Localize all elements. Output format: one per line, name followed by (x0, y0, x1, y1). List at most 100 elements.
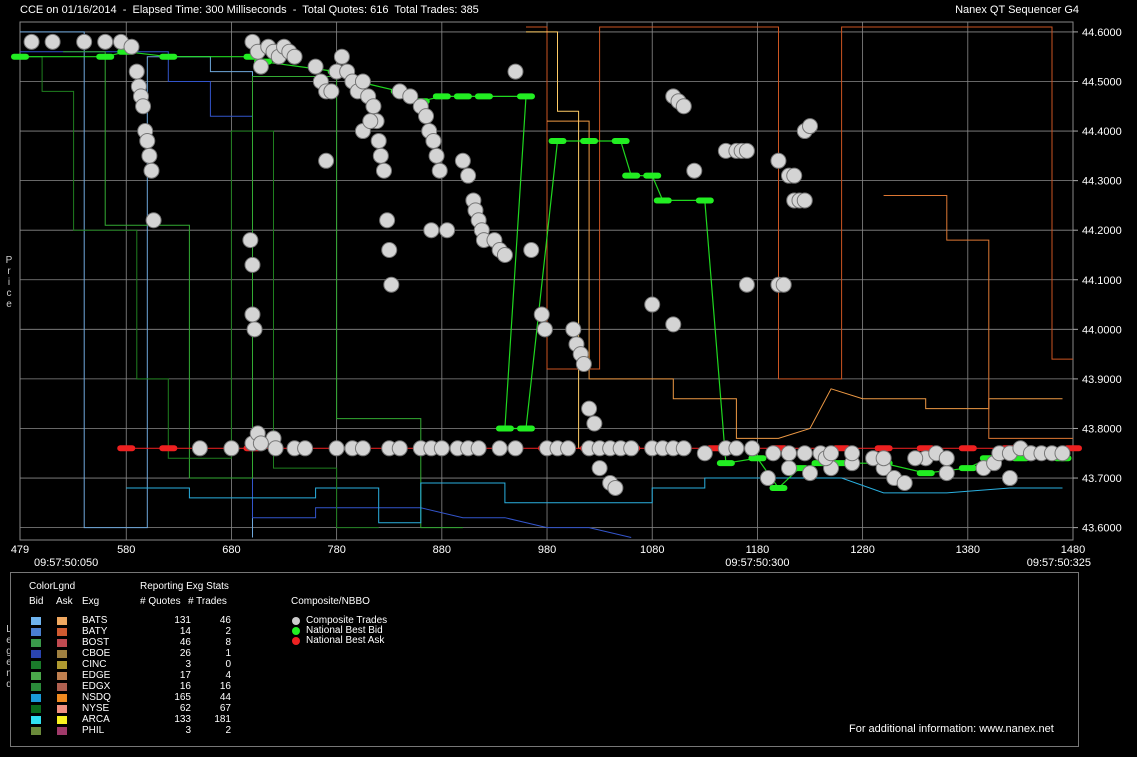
trade-point (135, 98, 152, 115)
trade-point (696, 445, 713, 462)
y-tick-label: 43.8000 (1082, 423, 1122, 435)
bid-swatch (31, 705, 41, 713)
trade-point (286, 48, 303, 65)
best-bid-mark (580, 137, 599, 144)
best-bid-mark (11, 53, 29, 60)
exchange-name: ARCA (82, 714, 110, 725)
trade-point (675, 440, 692, 457)
exchange-trades: 4 (225, 670, 231, 681)
col-trades: # Trades (188, 596, 227, 607)
trade-point (565, 321, 582, 338)
trade-point (425, 132, 442, 149)
bid-swatch (31, 639, 41, 647)
trade-point (770, 152, 787, 169)
trade-point (365, 98, 382, 115)
x-tick-label: 1080 (640, 544, 664, 556)
bid-swatch (31, 650, 41, 658)
trade-point (44, 33, 61, 50)
best-bid-mark (622, 172, 641, 179)
trade-point (223, 440, 240, 457)
trade-point (354, 440, 371, 457)
trade-point (76, 33, 93, 50)
trade-point (428, 147, 445, 164)
composite-marker (292, 637, 300, 645)
trade-point (560, 440, 577, 457)
ask-swatch (57, 639, 67, 647)
y-tick-label: 43.6000 (1082, 523, 1122, 535)
exchange-trades: 2 (225, 626, 231, 637)
trade-point (896, 474, 913, 491)
trade-point (586, 415, 603, 432)
x-tick-label: 479 (11, 544, 29, 556)
best-bid-mark (159, 53, 178, 60)
exchange-quotes: 17 (179, 670, 191, 681)
trade-point (780, 445, 797, 462)
trade-point (744, 440, 761, 457)
trade-point (252, 435, 269, 452)
x-time-label: 09:57:50:300 (725, 557, 789, 569)
exchange-name: PHIL (82, 725, 105, 736)
best-ask-mark (958, 445, 977, 452)
y-tick-label: 43.7000 (1082, 473, 1122, 485)
exchange-name: EDGX (82, 681, 111, 692)
trade-point (938, 450, 955, 467)
trade-point (139, 132, 156, 149)
exchange-name: BATY (82, 626, 108, 637)
exchange-quotes: 165 (174, 692, 191, 703)
best-bid-mark (695, 197, 714, 204)
best-bid-mark (769, 484, 788, 491)
exchange-trades: 8 (225, 637, 231, 648)
exchange-name: CBOE (82, 648, 111, 659)
trade-point (362, 113, 379, 130)
exchange-quotes: 46 (179, 637, 191, 648)
exchange-quotes: 133 (174, 714, 191, 725)
best-bid-mark (474, 93, 493, 100)
y-tick-label: 44.3000 (1082, 176, 1122, 188)
trade-point (765, 445, 782, 462)
trade-point (823, 445, 840, 462)
price-chart: 43.6000 43.7000 43.8000 43.9000 44.0000 44.10… (11, 21, 1122, 569)
trade-point (433, 440, 450, 457)
colorlgnd-title: ColorLgnd (29, 581, 76, 592)
trade-point (370, 132, 387, 149)
y-tick-label: 43.9000 (1082, 374, 1122, 386)
price-axis-title: Price (5, 255, 13, 310)
y-tick-label: 44.6000 (1082, 27, 1122, 39)
exchange-name: BOST (82, 637, 110, 648)
trade-point (318, 152, 335, 169)
exchange-quotes: 14 (179, 626, 191, 637)
trade-point (507, 440, 524, 457)
bid-swatch (31, 672, 41, 680)
trade-point (491, 440, 508, 457)
bid-swatch (31, 727, 41, 735)
trade-point (143, 162, 160, 179)
trade-point (252, 58, 269, 75)
exchange-name: CINC (82, 659, 107, 670)
exchange-trades: 181 (214, 714, 231, 725)
trade-point (328, 440, 345, 457)
exchange-trades: 44 (219, 692, 231, 703)
y-tick-label: 44.5000 (1082, 76, 1122, 88)
trade-point (470, 440, 487, 457)
trade-point (607, 479, 624, 496)
trade-point (242, 232, 259, 249)
x-tick-label: 680 (222, 544, 240, 556)
best-bid-mark (516, 93, 535, 100)
trade-point (644, 296, 661, 313)
trade-point (802, 465, 819, 482)
trade-point (439, 222, 456, 239)
trade-point (244, 256, 261, 273)
best-ask-mark (117, 445, 136, 452)
col-ask: Ask (56, 596, 73, 607)
best-bid-mark (548, 137, 567, 144)
y-tick-label: 44.0000 (1082, 324, 1122, 336)
trade-point (759, 470, 776, 487)
trade-point (383, 276, 400, 293)
x-tick-label: 1280 (850, 544, 874, 556)
ask-swatch (57, 694, 67, 702)
x-tick-label: 980 (538, 544, 556, 556)
col-exg: Exg (82, 596, 100, 607)
exchange-quotes: 3 (185, 725, 191, 736)
exchange-name: EDGE (82, 670, 111, 681)
exchange-quotes: 131 (174, 615, 191, 626)
